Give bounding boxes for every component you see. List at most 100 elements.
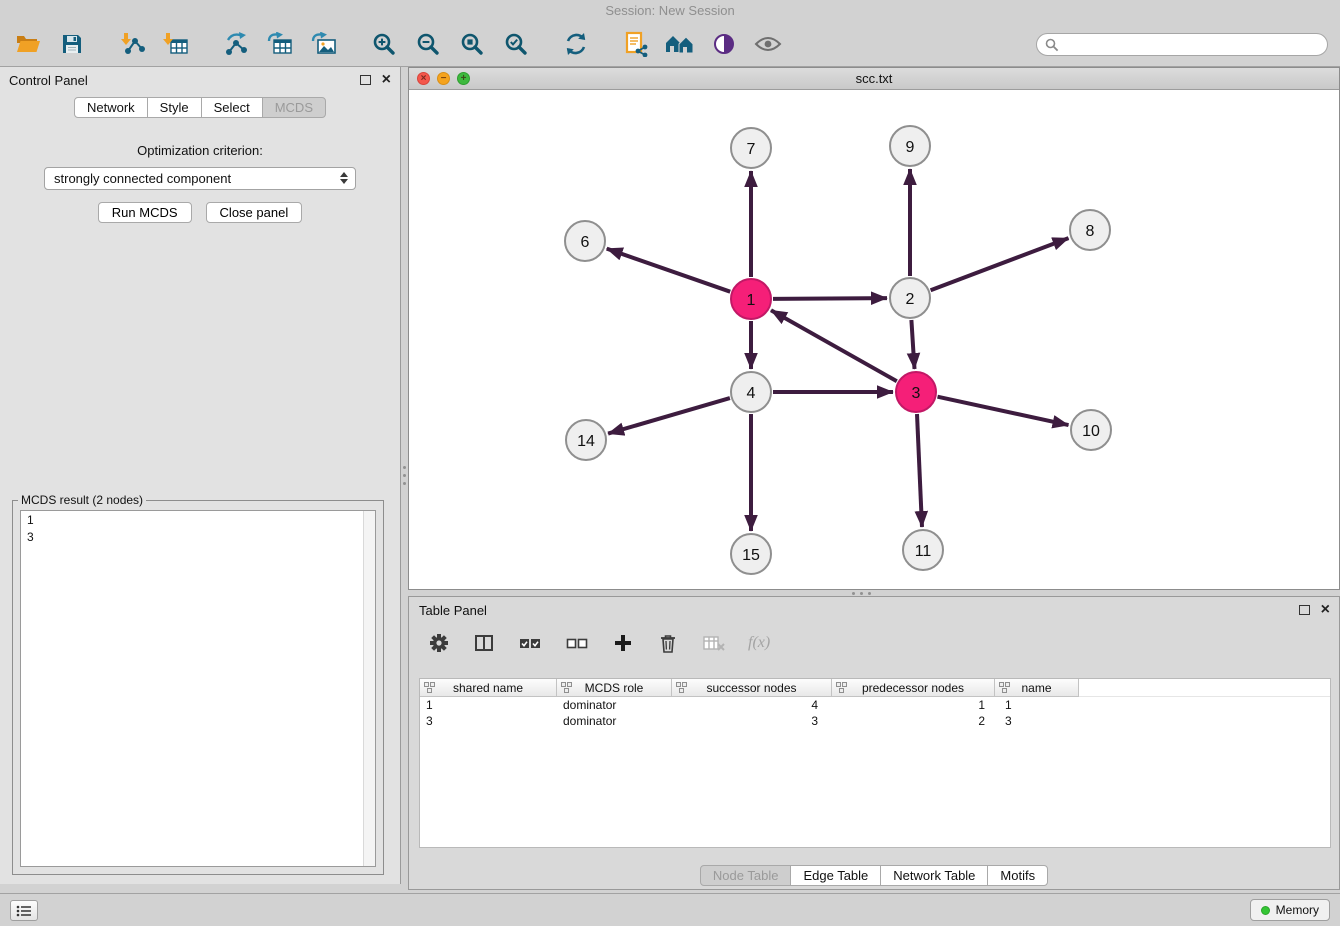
- graph-edge-2-3[interactable]: [911, 320, 914, 369]
- network-window-titlebar[interactable]: × − + scc.txt: [409, 68, 1339, 90]
- float-panel-icon[interactable]: [360, 75, 371, 85]
- run-mcds-button[interactable]: Run MCDS: [98, 202, 192, 223]
- network-canvas[interactable]: 7 9 6 8 1 2 4 3 14 10 15 11: [409, 91, 1339, 589]
- export-group: [220, 28, 340, 60]
- graph-node-14[interactable]: 14: [566, 420, 606, 460]
- window-close-icon[interactable]: ×: [417, 72, 430, 85]
- select-all-icon: [519, 636, 541, 650]
- graph-node-4[interactable]: 4: [731, 372, 771, 412]
- show-hide-button[interactable]: [752, 28, 784, 60]
- control-panel-header: Control Panel ×: [0, 67, 400, 93]
- cell-shared-name[interactable]: 3: [420, 713, 557, 729]
- zoom-selected-button[interactable]: [500, 28, 532, 60]
- table-header-row: shared name MCDS role successor nodes pr…: [420, 679, 1330, 697]
- graph-edge-3-1[interactable]: [771, 310, 897, 381]
- cell-successor-nodes[interactable]: 3: [672, 713, 832, 729]
- select-all-button[interactable]: [517, 631, 543, 655]
- delete-column-button[interactable]: [656, 631, 680, 655]
- memory-button[interactable]: Memory: [1250, 899, 1330, 921]
- cell-predecessor-nodes[interactable]: 2: [832, 713, 995, 729]
- graph-edge-4-14[interactable]: [608, 398, 730, 434]
- network-view-window: × − + scc.txt 7 9 6 8 1 2 4 3 14 10 15 11: [408, 67, 1340, 590]
- graph-edge-1-6[interactable]: [607, 249, 731, 292]
- graph-node-1[interactable]: 1: [731, 279, 771, 319]
- file-group: [12, 28, 88, 60]
- network-overview-button[interactable]: [664, 28, 696, 60]
- control-panel-tabs: Network Style Select MCDS: [0, 97, 400, 118]
- cell-name[interactable]: 1: [995, 697, 1079, 713]
- search-input[interactable]: [1036, 33, 1328, 56]
- graph-edge-1-2[interactable]: [773, 298, 887, 299]
- column-header-name[interactable]: name: [995, 679, 1079, 697]
- deselect-all-button[interactable]: [564, 631, 590, 655]
- graph-node-6[interactable]: 6: [565, 221, 605, 261]
- graph-node-7[interactable]: 7: [731, 128, 771, 168]
- tab-edge-table[interactable]: Edge Table: [790, 865, 881, 886]
- graph-node-8[interactable]: 8: [1070, 210, 1110, 250]
- show-columns-button[interactable]: [472, 631, 496, 655]
- cell-mcds-role[interactable]: dominator: [557, 713, 672, 729]
- export-image-button[interactable]: [308, 28, 340, 60]
- window-minimize-icon[interactable]: −: [437, 72, 450, 85]
- cell-shared-name[interactable]: 1: [420, 697, 557, 713]
- add-column-button[interactable]: [611, 631, 635, 655]
- cell-successor-nodes[interactable]: 4: [672, 697, 832, 713]
- zoom-in-button[interactable]: [368, 28, 400, 60]
- column-header-mcds-role[interactable]: MCDS role: [557, 679, 672, 697]
- open-session-button[interactable]: [12, 28, 44, 60]
- close-table-panel-icon[interactable]: ×: [1321, 602, 1330, 618]
- cell-name[interactable]: 3: [995, 713, 1079, 729]
- zoom-out-button[interactable]: [412, 28, 444, 60]
- import-table-button[interactable]: [160, 28, 192, 60]
- table-row[interactable]: 1 dominator 4 1 1: [420, 697, 1330, 713]
- mcds-result-title: MCDS result (2 nodes): [18, 493, 146, 507]
- graph-node-15[interactable]: 15: [731, 534, 771, 574]
- tab-network[interactable]: Network: [74, 97, 148, 118]
- export-network-button[interactable]: [220, 28, 252, 60]
- window-zoom-icon[interactable]: +: [457, 72, 470, 85]
- tab-motifs[interactable]: Motifs: [987, 865, 1048, 886]
- graphics-details-button[interactable]: [708, 28, 740, 60]
- column-header-shared-name[interactable]: shared name: [420, 679, 557, 697]
- graph-edge-3-10[interactable]: [938, 397, 1069, 425]
- graph-node-10[interactable]: 10: [1071, 410, 1111, 450]
- save-session-button[interactable]: [56, 28, 88, 60]
- graph-edge-3-11[interactable]: [917, 414, 922, 527]
- graph-node-9[interactable]: 9: [890, 126, 930, 166]
- export-table-button[interactable]: [264, 28, 296, 60]
- zoom-fit-button[interactable]: [456, 28, 488, 60]
- graph-node-11[interactable]: 11: [903, 530, 943, 570]
- tab-mcds[interactable]: MCDS: [262, 97, 326, 118]
- svg-text:7: 7: [747, 141, 756, 158]
- graph-node-2[interactable]: 2: [890, 278, 930, 318]
- svg-text:8: 8: [1086, 223, 1095, 240]
- svg-text:2: 2: [906, 291, 915, 308]
- cell-predecessor-nodes[interactable]: 1: [832, 697, 995, 713]
- apply-layout-button[interactable]: [560, 28, 592, 60]
- zoom-out-icon: [416, 32, 440, 56]
- column-header-successor-nodes[interactable]: successor nodes: [672, 679, 832, 697]
- column-settings-button[interactable]: [427, 631, 451, 655]
- float-table-panel-icon[interactable]: [1299, 605, 1310, 615]
- tab-select[interactable]: Select: [201, 97, 263, 118]
- tab-network-table[interactable]: Network Table: [880, 865, 988, 886]
- svg-text:10: 10: [1082, 423, 1100, 440]
- tab-style[interactable]: Style: [147, 97, 202, 118]
- tab-node-table[interactable]: Node Table: [700, 865, 792, 886]
- close-panel-icon[interactable]: ×: [382, 72, 391, 88]
- table-row[interactable]: 3 dominator 3 2 3: [420, 713, 1330, 729]
- clipboard-import-button[interactable]: [620, 28, 652, 60]
- zoom-fit-icon: [460, 32, 484, 56]
- cell-mcds-role[interactable]: dominator: [557, 697, 672, 713]
- optimization-criterion-select[interactable]: strongly connected component: [44, 167, 356, 190]
- import-network-button[interactable]: [116, 28, 148, 60]
- column-header-predecessor-nodes[interactable]: predecessor nodes: [832, 679, 995, 697]
- graph-node-3[interactable]: 3: [896, 372, 936, 412]
- graph-edge-2-8[interactable]: [931, 238, 1069, 290]
- mcds-result-box: 1 3: [20, 510, 376, 867]
- vertical-splitter-grip[interactable]: [402, 464, 407, 490]
- close-panel-button[interactable]: Close panel: [206, 202, 303, 223]
- network-graph[interactable]: 7 9 6 8 1 2 4 3 14 10 15 11: [409, 91, 1339, 591]
- result-scrollbar[interactable]: [363, 511, 375, 866]
- task-history-button[interactable]: [10, 900, 38, 921]
